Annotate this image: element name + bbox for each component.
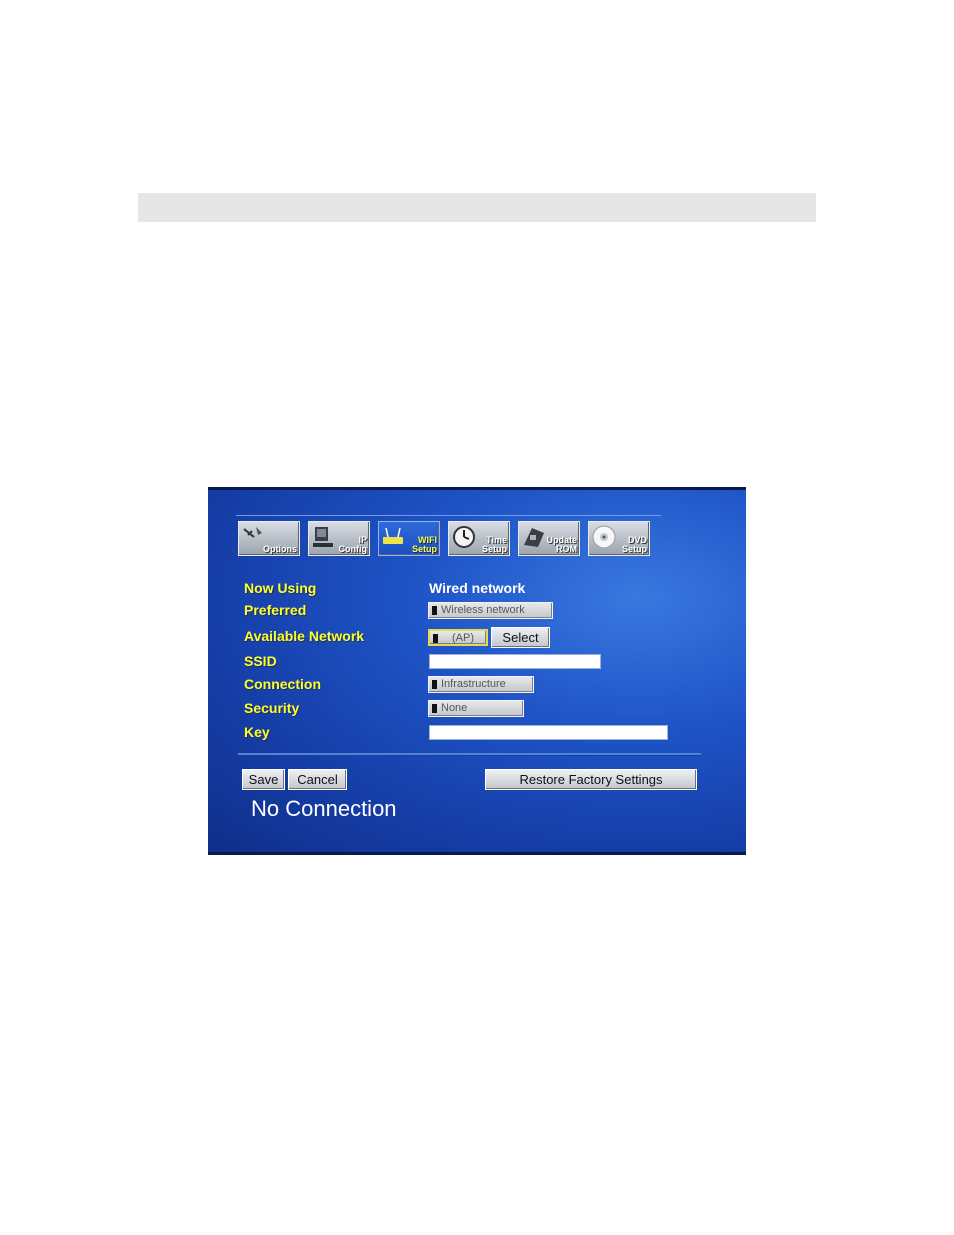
dvd-disc-icon — [592, 525, 616, 549]
security-select[interactable]: None — [428, 700, 524, 717]
update-rom-icon — [524, 528, 544, 547]
key-input[interactable] — [429, 725, 668, 740]
tab-divider — [236, 515, 661, 516]
connection-label: Connection — [244, 676, 321, 692]
select-marker — [432, 680, 437, 689]
tab-bar: Options IP Config WIFI Setup Time Setup … — [238, 521, 650, 556]
security-label: Security — [244, 700, 300, 716]
now-using-value: Wired network — [429, 580, 526, 596]
tab-ip-config[interactable]: IP Config — [308, 521, 370, 556]
cancel-button[interactable]: Cancel — [288, 769, 347, 790]
tab-options[interactable]: Options — [238, 521, 300, 556]
tab-time-setup[interactable]: Time Setup — [448, 521, 510, 556]
clock-icon — [453, 526, 475, 548]
computer-icon — [313, 527, 333, 547]
select-button[interactable]: Select — [491, 627, 550, 648]
select-marker — [432, 606, 437, 615]
preferred-select[interactable]: Wireless network — [428, 602, 553, 619]
tab-wifi-setup[interactable]: WIFI Setup — [378, 521, 440, 556]
connection-status: No Connection — [251, 796, 397, 821]
ssid-label: SSID — [244, 653, 277, 669]
select-marker — [433, 634, 438, 643]
tab-update-rom[interactable]: Update ROM — [518, 521, 580, 556]
preferred-label: Preferred — [244, 602, 307, 618]
key-label: Key — [244, 724, 270, 740]
available-network-label: Available Network — [244, 628, 365, 644]
save-button[interactable]: Save — [242, 769, 285, 790]
tab-dvd-setup[interactable]: DVD Setup — [588, 521, 650, 556]
wifi-setup-screen: Options IP Config WIFI Setup Time Setup … — [208, 487, 746, 855]
restore-factory-settings-button[interactable]: Restore Factory Settings — [485, 769, 697, 790]
now-using-label: Now Using — [244, 580, 317, 596]
ssid-input[interactable] — [429, 654, 601, 669]
available-network-select[interactable]: (AP) — [428, 629, 488, 646]
connection-select[interactable]: Infrastructure — [428, 676, 534, 693]
wifi-router-icon — [383, 527, 403, 544]
divider — [238, 753, 701, 756]
gray-header-bar — [138, 193, 816, 222]
select-marker — [432, 704, 437, 713]
